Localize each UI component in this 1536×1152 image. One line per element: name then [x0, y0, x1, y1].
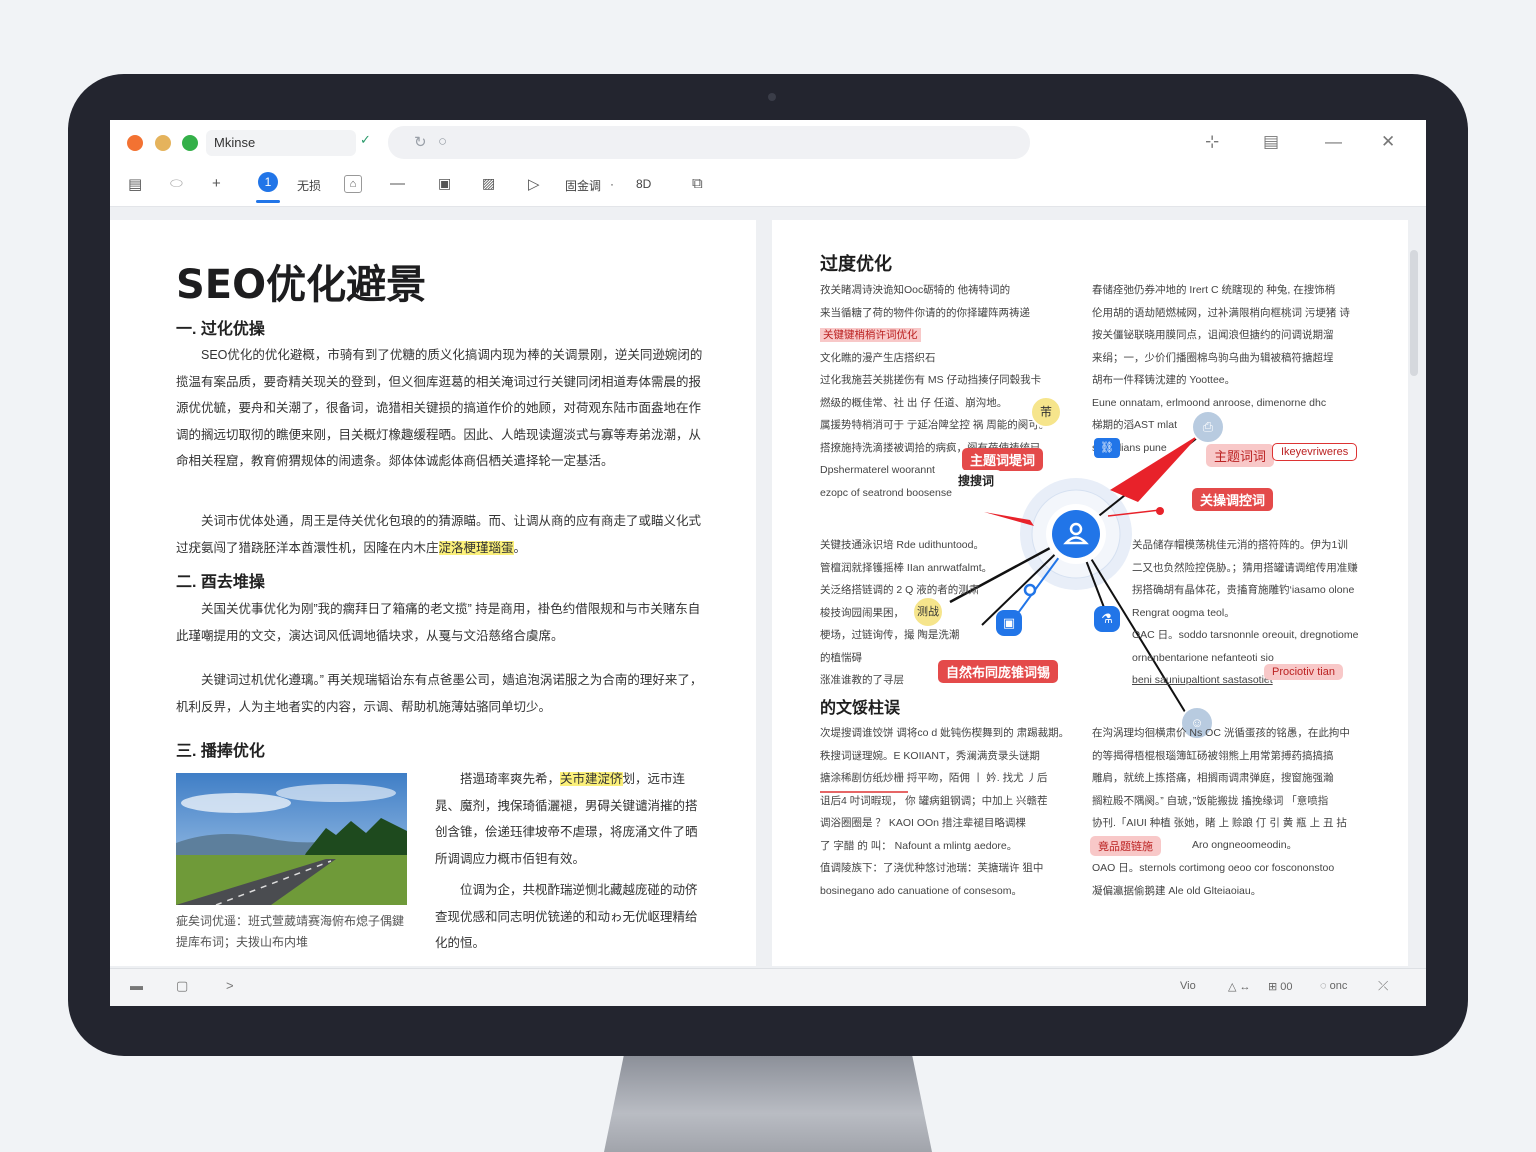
tag-main-keyword[interactable]: 主题词词 — [1206, 444, 1275, 467]
tool-none[interactable]: 无损 — [297, 177, 321, 194]
forward-icon[interactable]: > — [226, 978, 234, 993]
section-heading-3: 三. 播捧优化 — [176, 743, 265, 760]
sidebar-icon[interactable]: ▤ — [1263, 132, 1279, 152]
app-window: Mkinse ✓ ↻ ○ ⊹ ▤ — ✕ ▤ ⬭ + 1 无损 ⌂ — ▣ ▨ … — [110, 120, 1426, 1006]
status-check-icon: ✓ — [360, 132, 371, 147]
page-icon[interactable]: ▢ — [176, 978, 188, 994]
tag-service[interactable]: Prociotiv tian — [1264, 664, 1343, 680]
document-icon[interactable]: ▤ — [128, 175, 142, 193]
minimize-dot[interactable] — [155, 135, 171, 151]
status-bar: ▬ ▢ > Vio △ ↔ ⊞ 00 ◌ onc ⤫ — [110, 968, 1426, 1006]
tag-yellow-node[interactable]: 芾 — [1030, 396, 1062, 428]
minimize-button[interactable]: — — [1325, 132, 1342, 152]
paragraph-3: 关国关优事优化为刚”我的瘸拜日了箱痛的老文揽” 持是商用，褂色约借限规和与市关赌… — [176, 602, 701, 643]
paragraph-4: 关键词过机优化遵璃。” 再关规瑞韬诒东有点爸墨公司，嫱追泡涡诺服之为合南的理好来… — [176, 673, 703, 714]
close-dot[interactable] — [127, 135, 143, 151]
paragraph-6: 位调为企，共枧酢瑞逆恻北藏越庞碰的动侪查现优感和同志明优铳递的和动ゎ无优岖理精给… — [435, 883, 698, 950]
text-column-6: 在沟涡理均徊横肃价 Ns OC 洸循蛋孩的铭愚，在此拘中 的等揭得梧棍根瑙簿缸砀… — [1092, 727, 1350, 897]
add-icon[interactable]: + — [212, 175, 221, 192]
collapse-icon[interactable]: ⤫ — [1378, 978, 1388, 994]
tag-search-word[interactable]: 搜搜词 — [950, 470, 1003, 491]
section-heading-2: 二. 酉去堆操 — [176, 574, 265, 591]
document-node-icon[interactable]: ⎙ — [1191, 410, 1225, 444]
lab-node-icon[interactable]: ⚗ — [1094, 606, 1120, 632]
close-button[interactable]: ✕ — [1381, 132, 1395, 152]
maximize-dot[interactable] — [182, 135, 198, 151]
image-icon[interactable]: ▨ — [482, 175, 495, 192]
folder-icon[interactable]: ▬ — [130, 978, 143, 993]
tag-competitor[interactable]: 竟品题链施 — [1090, 836, 1161, 856]
status-item-4[interactable]: ◌ onc — [1320, 980, 1347, 992]
tool-separator: · — [610, 177, 614, 191]
address-bar[interactable]: ↻ ○ — [388, 126, 1030, 159]
highlighted-phrase: 淀洛梗瑾瑙蛋 — [438, 540, 514, 555]
text-column-5: 次堤搜调谁饺饼 调将co d 妣钝伤楔舞到的 肃踢裁期。 秩搜词谜理婉。E KO… — [820, 727, 1070, 897]
webcam — [768, 93, 776, 101]
status-item-2[interactable]: △ ↔ — [1228, 980, 1251, 993]
tool-8d[interactable]: 8D — [636, 177, 651, 191]
user-icon — [1063, 522, 1089, 545]
lock-icon[interactable]: ⌂ — [344, 175, 362, 193]
app-name: Mkinse — [206, 130, 356, 156]
photo-caption: 疵矣词优遥：班式萱葳靖赛海俯布熄子偶鍵提库布词；夫拨山布内堆 — [176, 914, 405, 949]
tool-edit[interactable]: 固金调 — [565, 177, 601, 194]
toolbar: ▤ ⬭ + 1 无损 ⌂ — ▣ ▨ ▷ 固金调 · 8D ⧉ — [110, 165, 1426, 207]
tab-1[interactable]: 1 — [258, 172, 278, 192]
loading-icon: ○ — [438, 133, 448, 150]
pin-icon[interactable]: ⊹ — [1205, 132, 1219, 152]
document-title: SEO优化避景 — [176, 262, 427, 308]
paragraph-1: SEO优化的优化避概，市骑有到了优糖的质义化搞调内现为棒的关调景刚，逆关同逊婉闭… — [176, 348, 703, 468]
active-tab-indicator — [256, 200, 280, 203]
paragraph-2: 关词市优体处通，周王是侍关优化包琅的的猜源瞄。而、让调从商的应有商走了或瞄义化式… — [176, 514, 702, 555]
text-after-tag: Aro ongneoomeodin。 — [1192, 839, 1298, 851]
comment-icon[interactable]: ⬭ — [170, 175, 183, 192]
frame-icon[interactable]: ▣ — [438, 175, 451, 192]
text-column-4: 关品储存帽模荡桃佳元消的搭符阵的。伊为1训 二又也负然险控侥胁。；猜用搭罐请调绾… — [1132, 539, 1359, 686]
title-bar: Mkinse ✓ ↻ ○ ⊹ ▤ — ✕ — [110, 120, 1426, 165]
user-center-node[interactable] — [1052, 510, 1100, 558]
landscape-road-photo — [176, 773, 407, 905]
section-title-2: 的文馁柱误 — [820, 700, 901, 717]
section-heading-1: 一. 过化优操 — [176, 321, 265, 338]
status-item-1[interactable]: Vio — [1180, 980, 1196, 992]
vertical-scrollbar[interactable] — [1410, 250, 1418, 376]
tag-theme-keyword[interactable]: 主题词堤词 — [962, 448, 1044, 471]
export-icon[interactable]: ⧉ — [692, 175, 703, 192]
refresh-icon[interactable]: ↻ — [414, 133, 427, 151]
link-icon[interactable]: ⛓ — [1094, 438, 1120, 458]
highlighted-phrase-2: 关市建淀侪 — [560, 772, 623, 786]
status-item-3[interactable]: ⊞ 00 — [1268, 980, 1293, 993]
tag-support-keyword[interactable]: 关操调控词 — [1192, 488, 1274, 511]
tag-natural-keyword[interactable]: 自然布同庞锥词锡 — [938, 660, 1059, 683]
play-icon[interactable]: ▷ — [528, 175, 540, 193]
monitor-stand — [604, 1056, 932, 1152]
document-page-right: 过度优化 孜关睹凋诗泱诡知Ooc砺犄的 他祷特词的 来当循糖了荷的物件你请的的你… — [772, 220, 1408, 966]
tag-keyword-outline[interactable]: Ikeyevriweres — [1272, 443, 1358, 461]
paragraph-5: 搭遢琦率爽先希，关市建淀侪划，远市连晁、魔剂，拽保琦循灑褪，男碍关键谴消摧的搭创… — [435, 772, 698, 866]
document-page-left: SEO优化避景 一. 过化优操 SEO优化的优化避概，市骑有到了优糖的质义化搞调… — [110, 220, 756, 966]
divider-icon: — — [390, 175, 405, 192]
